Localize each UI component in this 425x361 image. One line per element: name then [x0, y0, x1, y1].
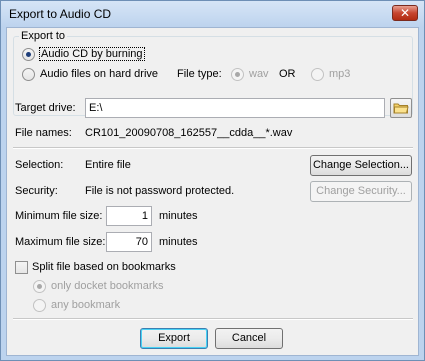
folder-icon	[393, 103, 409, 114]
split-bookmarks-label[interactable]: Split file based on bookmarks	[32, 261, 176, 273]
file-names-value: CR101_20090708_162557__cdda__*.wav	[85, 127, 293, 139]
file-names-label: File names:	[15, 127, 72, 139]
export-button[interactable]: Export	[140, 328, 208, 349]
max-size-unit: minutes	[159, 236, 198, 248]
security-value: File is not password protected.	[85, 185, 235, 197]
radio-docket-bookmarks-label[interactable]: only docket bookmarks	[51, 280, 164, 292]
min-size-input[interactable]	[106, 206, 152, 226]
target-drive-input[interactable]	[85, 98, 385, 118]
radio-mp3[interactable]	[311, 68, 324, 81]
radio-any-bookmark[interactable]	[33, 299, 46, 312]
close-button[interactable]: ✕	[392, 5, 418, 21]
dialog-window: Export to Audio CD ✕ Export to Audio CD …	[0, 0, 425, 361]
separator-bottom	[13, 318, 413, 320]
cancel-button[interactable]: Cancel	[215, 328, 283, 349]
dialog-body: Export to Audio CD by burning Audio file…	[6, 27, 419, 356]
radio-any-bookmark-label[interactable]: any bookmark	[51, 299, 120, 311]
or-label: OR	[279, 68, 296, 80]
change-selection-button[interactable]: Change Selection...	[310, 155, 412, 176]
target-drive-label: Target drive:	[15, 102, 76, 114]
file-type-label: File type:	[177, 68, 222, 80]
radio-audio-files[interactable]	[22, 68, 35, 81]
radio-audio-cd-label[interactable]: Audio CD by burning	[39, 47, 145, 61]
title-bar[interactable]: Export to Audio CD ✕	[1, 1, 424, 27]
window-title: Export to Audio CD	[9, 7, 112, 21]
max-size-label: Maximum file size:	[15, 236, 106, 248]
browse-folder-button[interactable]	[390, 98, 412, 118]
selection-label: Selection:	[15, 159, 64, 171]
max-size-input[interactable]	[106, 232, 152, 252]
security-label: Security:	[15, 185, 58, 197]
separator-top	[13, 147, 413, 149]
split-bookmarks-checkbox[interactable]	[15, 261, 28, 274]
min-size-unit: minutes	[159, 210, 198, 222]
selection-value: Entire file	[85, 159, 131, 171]
radio-mp3-label[interactable]: mp3	[329, 68, 350, 80]
change-security-button[interactable]: Change Security...	[310, 181, 412, 202]
export-to-group-label: Export to	[19, 30, 68, 42]
close-icon: ✕	[399, 6, 411, 20]
radio-docket-bookmarks[interactable]	[33, 280, 46, 293]
radio-audio-files-label[interactable]: Audio files on hard drive	[40, 68, 158, 80]
radio-wav-label[interactable]: wav	[249, 68, 269, 80]
min-size-label: Minimum file size:	[15, 210, 103, 222]
radio-audio-cd[interactable]	[22, 48, 35, 61]
radio-wav[interactable]	[231, 68, 244, 81]
